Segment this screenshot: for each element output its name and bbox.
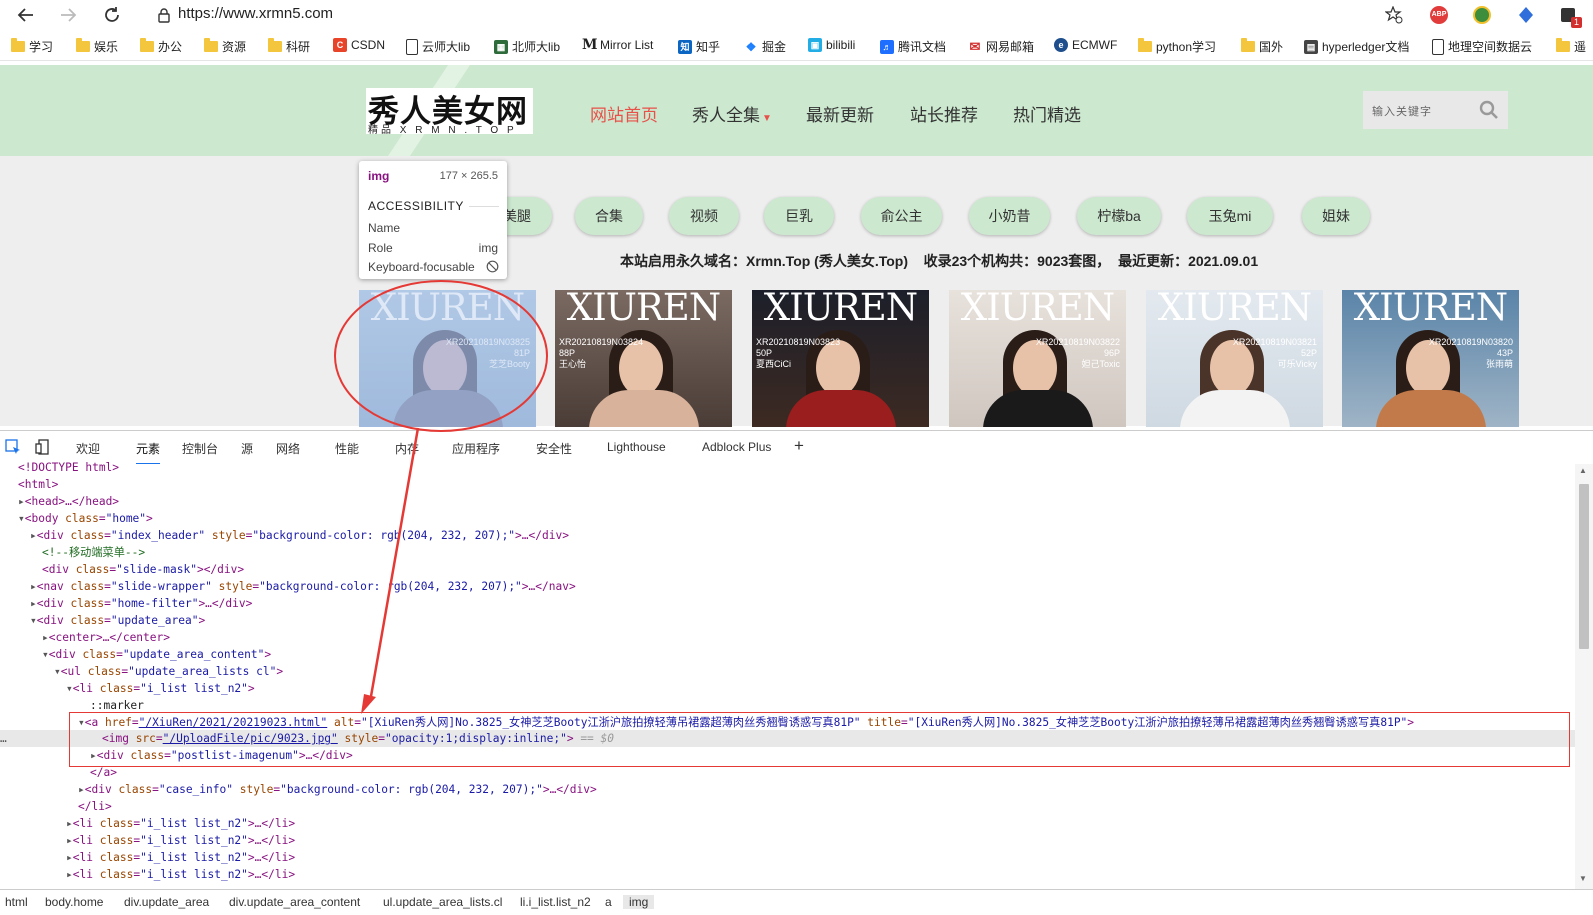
annotation-arrow xyxy=(368,427,420,703)
annotation-ellipse xyxy=(334,280,548,432)
annotation-overlay xyxy=(334,280,548,714)
annotation-arrowhead xyxy=(361,694,376,714)
